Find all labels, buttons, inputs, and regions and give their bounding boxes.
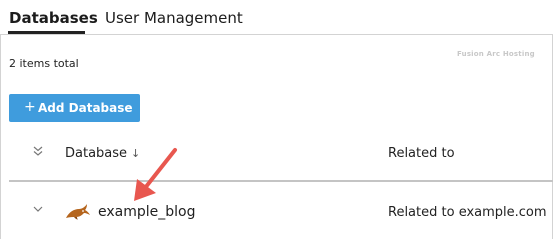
- annotation-arrow-icon: [134, 148, 177, 201]
- tab-databases[interactable]: Databases: [9, 9, 98, 27]
- items-total-label: 2 items total: [9, 57, 79, 70]
- panel-border-left: [0, 35, 1, 239]
- add-database-label: Add Database: [38, 101, 133, 115]
- tab-bar-divider: [0, 34, 553, 35]
- column-header-related: Related to: [388, 146, 455, 161]
- row-expand-chevron-icon[interactable]: [32, 203, 44, 215]
- watermark: Fusion Arc Hosting: [457, 50, 535, 58]
- tab-user-management[interactable]: User Management: [105, 9, 243, 27]
- plus-icon: +: [24, 99, 36, 115]
- tab-bar: Databases User Management: [0, 0, 553, 35]
- table-header-divider: [9, 180, 553, 182]
- add-database-button[interactable]: + Add Database: [9, 94, 140, 122]
- column-header-database-label: Database: [65, 146, 128, 161]
- expand-all-icon[interactable]: [31, 144, 45, 158]
- related-to-value: Related to example.com: [388, 205, 547, 220]
- mysql-dolphin-icon: [66, 204, 90, 220]
